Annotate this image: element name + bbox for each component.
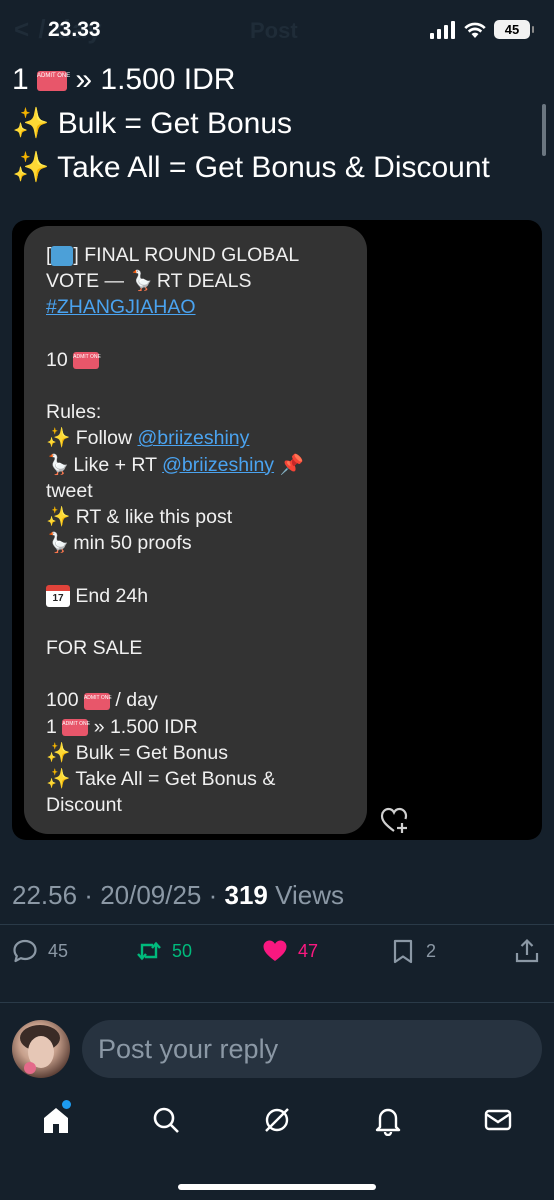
sparkles-icon: ✨: [46, 741, 71, 764]
sparkles-icon: ✨: [46, 506, 71, 528]
goose-icon: 🪿: [129, 270, 154, 293]
divider: [0, 924, 554, 925]
share-icon: [515, 938, 539, 963]
mention-link[interactable]: @briizeshiny: [162, 454, 274, 476]
bookmark-icon: [393, 939, 413, 964]
tweet-text: 1 ADMIT ONE » 1.500 IDR ✨ Bulk = Get Bon…: [12, 58, 534, 190]
goose-icon: 🪿: [46, 532, 71, 555]
status-bar: < / day Post 23.33 45: [0, 0, 554, 60]
reply-count: 45: [48, 940, 69, 961]
retweet-count: 50: [172, 940, 193, 961]
wifi-icon: [464, 22, 486, 38]
battery-icon: 45: [494, 20, 534, 39]
messages-icon[interactable]: [482, 1104, 514, 1136]
header-ghost-title: Post: [250, 18, 298, 43]
sparkles-icon: ✨: [46, 767, 71, 790]
divider: [0, 1002, 554, 1003]
hashtag-link[interactable]: #ZHANGJIAHAO: [46, 296, 196, 318]
tweet-media[interactable]: [] FINAL ROUND GLOBAL VOTE — 🪿 RT DEALS …: [12, 220, 542, 840]
tweet-price: » 1.500 IDR: [75, 63, 236, 96]
status-time: 23.33: [48, 18, 101, 41]
react-heart-plus-icon[interactable]: [380, 806, 410, 834]
pushpin-icon: 📌: [279, 453, 304, 476]
views-count: 319: [224, 880, 268, 910]
ticket-icon: ADMIT ONE: [73, 352, 101, 370]
scrollbar-thumb[interactable]: [542, 104, 546, 156]
notifications-icon[interactable]: [372, 1104, 404, 1136]
grok-icon[interactable]: [261, 1104, 293, 1136]
ballot-box-icon: [51, 245, 74, 266]
heart-icon: [263, 940, 287, 961]
bottom-nav: [0, 1096, 554, 1152]
ticket-icon: ADMIT ONE: [62, 718, 90, 736]
bookmark-count: 2: [426, 940, 437, 961]
home-indicator[interactable]: [178, 1184, 376, 1190]
status-icons: 45: [430, 20, 534, 39]
tweet-line-2: ✨ Bulk = Get Bonus: [12, 102, 534, 146]
ticket-icon: ADMIT ONE: [37, 71, 70, 92]
reply-button[interactable]: 45: [12, 938, 68, 964]
home-icon[interactable]: [40, 1104, 72, 1136]
tweet-date: 20/09/25: [100, 880, 202, 910]
retweet-icon: [137, 941, 161, 961]
reply-input[interactable]: Post your reply: [82, 1020, 542, 1078]
views-label: Views: [275, 880, 345, 910]
tweet-meta: 22.56 · 20/09/25 · 319 Views: [12, 880, 345, 910]
ticket-icon: ADMIT ONE: [83, 692, 112, 710]
share-button[interactable]: [514, 938, 540, 964]
signal-icon: [430, 20, 455, 39]
goose-icon: 🪿: [46, 453, 71, 476]
tweet-takeall-text: Take All = Get Bonus & Discount: [57, 151, 490, 184]
mention-link[interactable]: @briizeshiny: [137, 427, 249, 449]
tweet-line-1: 1 ADMIT ONE » 1.500 IDR: [12, 58, 534, 102]
tweet-line-3: ✨ Take All = Get Bonus & Discount: [12, 146, 534, 190]
reply-icon: [13, 939, 37, 963]
tweet-time: 22.56: [12, 880, 78, 910]
sparkles-icon: ✨: [12, 107, 50, 140]
avatar[interactable]: [12, 1020, 70, 1078]
tweet-qty: 1: [12, 63, 29, 96]
calendar-icon: 17: [46, 585, 70, 608]
like-count: 47: [298, 940, 319, 961]
tweet-actions: 45 50 47 2: [0, 938, 554, 978]
sparkles-icon: ✨: [12, 151, 50, 184]
bookmark-button[interactable]: 2: [390, 938, 436, 964]
sparkles-icon: ✨: [46, 427, 71, 450]
search-icon[interactable]: [150, 1104, 182, 1136]
like-button[interactable]: 47: [262, 938, 318, 964]
tweet-bulk-text: Bulk = Get Bonus: [57, 107, 293, 140]
chat-bubble-image: [] FINAL ROUND GLOBAL VOTE — 🪿 RT DEALS …: [24, 226, 367, 834]
retweet-button[interactable]: 50: [136, 938, 192, 964]
